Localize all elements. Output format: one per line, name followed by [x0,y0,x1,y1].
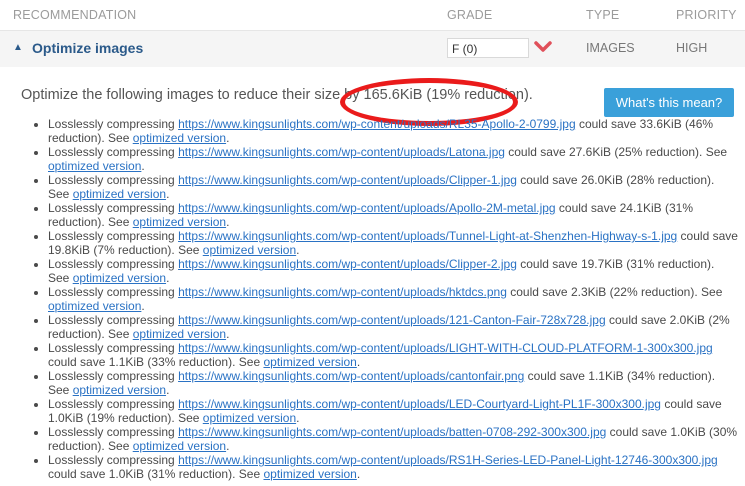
lead-text: Losslessly compressing [48,145,179,159]
grade-value: F (0) [447,38,529,58]
lead-text: Losslessly compressing [48,313,179,327]
optimized-version-link[interactable]: optimized version [133,215,226,229]
lead-text: Losslessly compressing [48,397,179,411]
see-text: See [108,215,133,229]
image-url-link[interactable]: https://www.kingsunlights.com/wp-content… [178,397,661,411]
list-item: Losslessly compressing https://www.kings… [48,173,738,201]
list-item: Losslessly compressing https://www.kings… [48,117,738,145]
see-text: See [238,355,264,369]
lead-text: Losslessly compressing [48,201,179,215]
type-value: IMAGES [586,41,635,55]
list-item: Losslessly compressing https://www.kings… [48,341,738,369]
optimized-version-link[interactable]: optimized version [48,159,141,173]
savings-text: could save 1.0KiB (31% reduction). [48,467,239,481]
see-text: See [48,271,73,285]
table-header: RECOMMENDATION GRADE TYPE PRIORITY [0,0,745,30]
optimized-version-link[interactable]: optimized version [73,383,166,397]
lead-text: Losslessly compressing [48,341,179,355]
savings-text: could save 1.1KiB (33% reduction). [48,355,239,369]
image-url-link[interactable]: https://www.kingsunlights.com/wp-content… [178,117,576,131]
image-url-link[interactable]: https://www.kingsunlights.com/wp-content… [178,341,713,355]
image-url-link[interactable]: https://www.kingsunlights.com/wp-content… [178,453,718,467]
optimized-version-link[interactable]: optimized version [263,355,356,369]
savings-text: could save 26.0KiB (28% reduction). [516,173,715,187]
list-item: Losslessly compressing https://www.kings… [48,313,738,341]
recommendation-detail: Optimize the following images to reduce … [0,67,745,486]
lead-text: Losslessly compressing [48,453,179,467]
image-url-link[interactable]: https://www.kingsunlights.com/wp-content… [178,201,556,215]
recommendation-row[interactable]: ▲ Optimize images F (0) IMAGES HIGH [0,30,745,68]
chevron-down-icon[interactable] [534,40,552,54]
optimized-version-link[interactable]: optimized version [48,299,141,313]
header-recommendation: RECOMMENDATION [13,8,137,22]
lead-text: Losslessly compressing [48,257,179,271]
image-url-link[interactable]: https://www.kingsunlights.com/wp-content… [178,173,517,187]
lead-text: Losslessly compressing [48,173,179,187]
image-url-link[interactable]: https://www.kingsunlights.com/wp-content… [178,145,505,159]
see-text: See [701,285,723,299]
list-item: Losslessly compressing https://www.kings… [48,397,738,425]
savings-text: could save 27.6KiB (25% reduction). [504,145,706,159]
image-url-link[interactable]: https://www.kingsunlights.com/wp-content… [178,313,606,327]
optimized-version-link[interactable]: optimized version [133,327,226,341]
lead-text: Losslessly compressing [48,285,179,299]
see-text: See [48,187,73,201]
header-priority: PRIORITY [676,8,737,22]
image-url-link[interactable]: https://www.kingsunlights.com/wp-content… [178,285,507,299]
see-text: See [108,439,133,453]
optimized-version-link[interactable]: optimized version [263,467,356,481]
see-text: See [178,243,203,257]
see-text: See [238,467,264,481]
see-text: See [178,411,203,425]
list-item: Losslessly compressing https://www.kings… [48,201,738,229]
summary-highlight: 165.6KiB (19% reduction). [363,87,533,103]
list-item: Losslessly compressing https://www.kings… [48,257,738,285]
lead-text: Losslessly compressing [48,369,179,383]
optimized-version-link[interactable]: optimized version [203,411,296,425]
image-url-link[interactable]: https://www.kingsunlights.com/wp-content… [178,369,524,383]
see-text: See [705,145,728,159]
optimized-version-link[interactable]: optimized version [133,131,226,145]
optimized-version-link[interactable]: optimized version [73,187,166,201]
list-item: Losslessly compressing https://www.kings… [48,369,738,397]
list-item: Losslessly compressing https://www.kings… [48,453,738,481]
savings-text: could save 19.7KiB (31% reduction). [516,257,715,271]
image-url-link[interactable]: https://www.kingsunlights.com/wp-content… [178,229,677,243]
recommendation-title[interactable]: Optimize images [32,40,143,56]
see-text: See [48,383,73,397]
savings-text: could save 2.3KiB (22% reduction). [506,285,702,299]
image-list: Losslessly compressing https://www.kings… [0,117,738,481]
lead-text: Losslessly compressing [48,229,179,243]
list-item: Losslessly compressing https://www.kings… [48,425,738,453]
lead-text: Losslessly compressing [48,117,179,131]
optimized-version-link[interactable]: optimized version [203,243,296,257]
summary-text: Optimize the following images to reduce … [21,87,533,103]
optimized-version-link[interactable]: optimized version [73,271,166,285]
collapse-toggle-icon[interactable]: ▲ [13,42,23,53]
see-text: See [108,327,133,341]
see-text: See [108,131,133,145]
header-type: TYPE [586,8,620,22]
header-grade: GRADE [447,8,493,22]
optimized-version-link[interactable]: optimized version [133,439,226,453]
priority-value: HIGH [676,41,708,55]
image-url-link[interactable]: https://www.kingsunlights.com/wp-content… [178,257,517,271]
list-item: Losslessly compressing https://www.kings… [48,285,738,313]
list-item: Losslessly compressing https://www.kings… [48,145,738,173]
whats-this-mean-button[interactable]: What's this mean? [604,88,734,117]
savings-text: could save 1.1KiB (34% reduction). [524,369,716,383]
lead-text: Losslessly compressing [48,425,179,439]
summary-prefix: Optimize the following images to reduce … [21,87,364,103]
image-url-link[interactable]: https://www.kingsunlights.com/wp-content… [178,425,606,439]
list-item: Losslessly compressing https://www.kings… [48,229,738,257]
